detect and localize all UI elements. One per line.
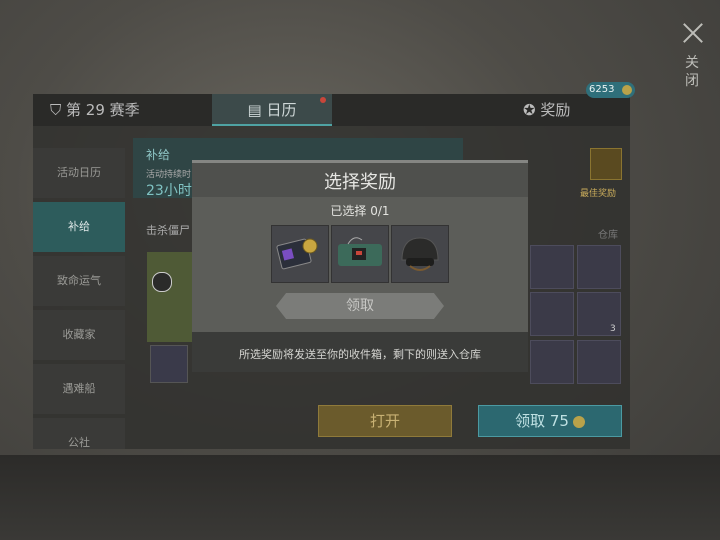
clipboard-icon[interactable] <box>590 148 622 180</box>
tab-reward[interactable]: ✪ 奖励 <box>523 94 570 126</box>
sidebar-item-shipwreck[interactable]: 遇难船 <box>33 364 125 414</box>
map-thumbnail <box>147 252 197 342</box>
stack-count: 3 <box>610 324 616 334</box>
close-icon[interactable] <box>680 20 706 46</box>
calendar-icon: ▤ <box>247 101 267 119</box>
helmet-slot[interactable] <box>577 245 621 289</box>
notification-dot <box>320 97 326 103</box>
tab-season[interactable]: ⛉ 第 29 赛季 <box>50 94 140 126</box>
sidebar-item-commune[interactable]: 公社 <box>33 418 125 449</box>
season-shield-icon: ⛉ <box>50 101 67 119</box>
sidebar-item-deadly-luck[interactable]: 致命运气 <box>33 256 125 306</box>
helmet-icon[interactable] <box>391 225 449 283</box>
currency-badge: 6253 <box>586 82 635 98</box>
sidebar-item-supply[interactable]: 补给 <box>33 202 125 252</box>
coin-icon <box>622 85 632 95</box>
sidebar-item-calendar[interactable]: 活动日历 <box>33 148 125 198</box>
supply-title: 补给 <box>146 148 171 162</box>
map-pin-icon <box>152 272 172 292</box>
coin-icon <box>572 415 585 428</box>
pants-slot[interactable] <box>530 340 574 384</box>
id-card-badge-icon[interactable] <box>271 225 329 283</box>
best-reward-label: 最佳奖励 <box>580 189 617 199</box>
sidebar-item-collector[interactable]: 收藏家 <box>33 310 125 360</box>
boots-slot[interactable] <box>577 340 621 384</box>
star-icon: ✪ <box>523 101 541 119</box>
dialog-title: 选择奖励 <box>324 172 396 193</box>
kill-objective: 击杀僵尸 <box>146 224 190 237</box>
close-label[interactable]: 关闭 <box>682 54 702 90</box>
explosive-bundle-icon[interactable] <box>331 225 389 283</box>
supply-subtitle: 活动持续时 <box>146 170 192 180</box>
rifle-slot[interactable] <box>530 245 574 289</box>
reward-slot[interactable] <box>150 345 188 383</box>
open-button[interactable]: 打开 <box>318 405 452 437</box>
tab-calendar[interactable]: ▤ 日历 <box>212 94 332 126</box>
supply-timer: 23小时 <box>146 183 192 199</box>
claim-button[interactable]: 领取 75 <box>478 405 622 437</box>
dialog-claim-button[interactable]: 领取 <box>276 293 444 319</box>
bottom-strip <box>0 455 720 540</box>
selection-count: 已选择 0/1 <box>330 204 390 218</box>
storage-label: 仓库 <box>598 230 618 241</box>
shotgun-slot[interactable] <box>530 292 574 336</box>
notice-text: 所选奖励将发送至你的收件箱，剩下的则送入仓库 <box>239 348 481 361</box>
